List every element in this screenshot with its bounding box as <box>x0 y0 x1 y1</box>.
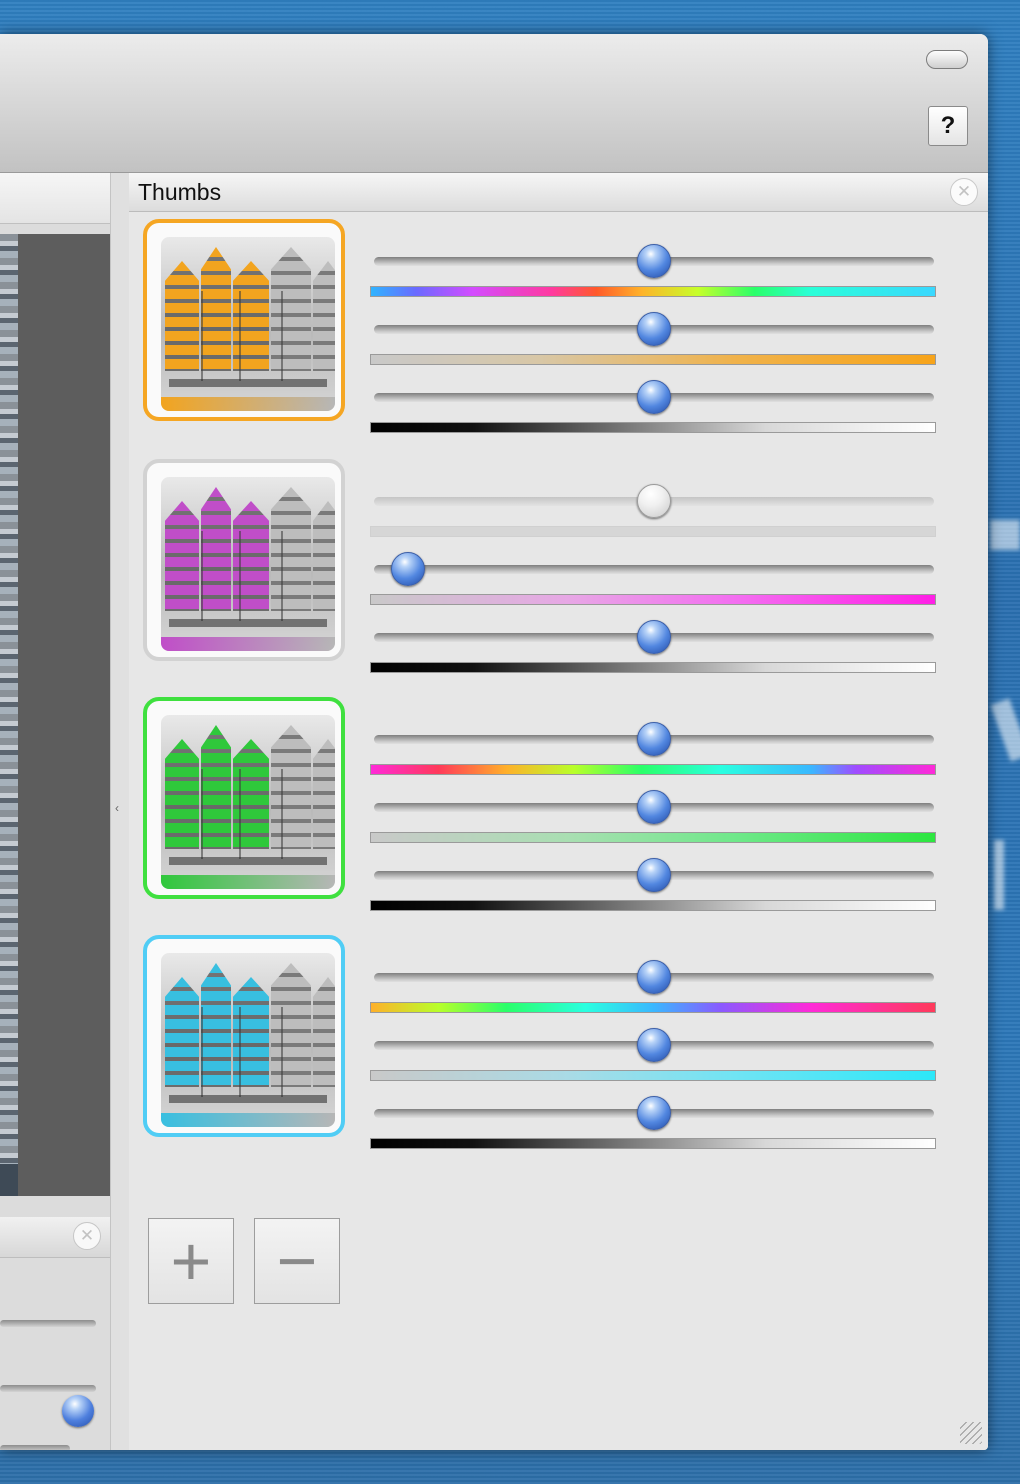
left-slider-track[interactable] <box>0 1320 96 1327</box>
thumb-boat <box>169 371 327 399</box>
thumb-boat <box>169 1087 327 1115</box>
saturation-color-bar <box>370 832 936 843</box>
thumb-mast <box>281 1007 283 1097</box>
thumb-water <box>161 637 335 651</box>
saturation-slider-knob[interactable] <box>637 790 671 824</box>
minus-icon[interactable]: − <box>254 1218 340 1304</box>
window-titlebar: ? <box>0 34 988 173</box>
thumb-row <box>129 697 988 913</box>
thumb-water <box>161 1113 335 1127</box>
chevron-left-icon: ‹ <box>115 801 119 815</box>
saturation-slider-track[interactable] <box>374 565 934 574</box>
plus-icon[interactable]: + <box>148 1218 234 1304</box>
thumb-boat <box>169 849 327 877</box>
lightness-color-bar <box>370 1138 936 1149</box>
thumb-building <box>271 725 311 849</box>
saturation-slider-knob[interactable] <box>637 1028 671 1062</box>
lightness-color-bar <box>370 900 936 911</box>
pane-splitter[interactable]: ‹ <box>110 173 130 1450</box>
left-slider-track[interactable] <box>0 1445 70 1450</box>
thumb-image <box>161 953 335 1127</box>
lightness-slider-knob[interactable] <box>637 858 671 892</box>
thumb-building <box>201 963 231 1087</box>
thumb-mast <box>239 291 241 381</box>
help-button[interactable]: ? <box>928 106 968 146</box>
hue-color-bar <box>370 764 936 775</box>
thumb-mast <box>239 769 241 859</box>
thumb-building <box>201 247 231 371</box>
lightness-color-bar <box>370 422 936 433</box>
left-slider-knob[interactable] <box>62 1395 94 1427</box>
saturation-color-bar <box>370 1070 936 1081</box>
thumb-building <box>271 247 311 371</box>
thumb-water <box>161 875 335 889</box>
thumb-row <box>129 935 988 1151</box>
thumb-magenta[interactable] <box>143 459 345 661</box>
thumb-building <box>313 261 335 371</box>
thumb-mast <box>281 291 283 381</box>
thumb-building <box>165 261 199 371</box>
saturation-color-bar <box>370 594 936 605</box>
hue-color-bar <box>370 286 936 297</box>
left-pane: ✕ <box>0 173 120 1450</box>
saturation-color-bar <box>370 354 936 365</box>
thumb-row <box>129 459 988 675</box>
thumb-building <box>201 725 231 849</box>
lightness-slider-knob[interactable] <box>637 380 671 414</box>
saturation-slider-knob[interactable] <box>390 552 425 586</box>
hue-slider-knob[interactable] <box>637 484 671 518</box>
close-icon[interactable]: ✕ <box>73 1222 101 1250</box>
desktop-glow <box>990 520 1020 550</box>
thumb-mast <box>201 769 203 859</box>
hue-color-bar <box>370 526 936 537</box>
lightness-color-bar <box>370 662 936 673</box>
left-slider-track[interactable] <box>0 1385 96 1392</box>
thumb-building <box>165 977 199 1087</box>
thumb-building <box>201 487 231 611</box>
thumb-building <box>313 739 335 849</box>
preview-image-strip <box>0 234 18 1164</box>
thumb-building <box>313 501 335 611</box>
close-icon[interactable]: ✕ <box>950 178 978 206</box>
thumbs-panel-header: Thumbs ✕ <box>129 173 988 212</box>
panel-title: Thumbs <box>138 179 222 205</box>
thumb-building <box>165 739 199 849</box>
thumb-building <box>165 501 199 611</box>
thumb-water <box>161 397 335 411</box>
left-pane-header <box>0 173 110 224</box>
thumb-building <box>271 963 311 1087</box>
thumb-image <box>161 477 335 651</box>
resize-grip-icon[interactable] <box>960 1422 982 1444</box>
thumb-boat <box>169 611 327 639</box>
thumb-image <box>161 715 335 889</box>
desktop-glow <box>994 840 1004 910</box>
thumb-green[interactable] <box>143 697 345 899</box>
thumb-mast <box>201 1007 203 1097</box>
palette-window: ? ✕ ‹ Thumbs ✕ + − <box>0 34 988 1450</box>
thumb-image <box>161 237 335 411</box>
thumb-mast <box>281 531 283 621</box>
thumb-mast <box>239 1007 241 1097</box>
thumb-mast <box>201 531 203 621</box>
preview-image-bottom <box>0 1164 18 1196</box>
thumb-orange[interactable] <box>143 219 345 421</box>
hue-color-bar <box>370 1002 936 1013</box>
hue-slider-knob[interactable] <box>637 960 671 994</box>
thumb-building <box>313 977 335 1087</box>
lightness-slider-knob[interactable] <box>637 620 671 654</box>
thumb-mast <box>281 769 283 859</box>
thumb-mast <box>239 531 241 621</box>
thumb-mast <box>201 291 203 381</box>
lightness-slider-knob[interactable] <box>637 1096 671 1130</box>
thumb-building <box>271 487 311 611</box>
hue-slider-knob[interactable] <box>637 244 671 278</box>
preview-canvas <box>18 234 110 1196</box>
pill-icon[interactable] <box>926 50 968 69</box>
thumbs-panel: Thumbs ✕ + − <box>129 173 988 1450</box>
thumb-row <box>129 219 988 435</box>
saturation-slider-knob[interactable] <box>637 312 671 346</box>
hue-slider-knob[interactable] <box>637 722 671 756</box>
thumb-cyan[interactable] <box>143 935 345 1137</box>
